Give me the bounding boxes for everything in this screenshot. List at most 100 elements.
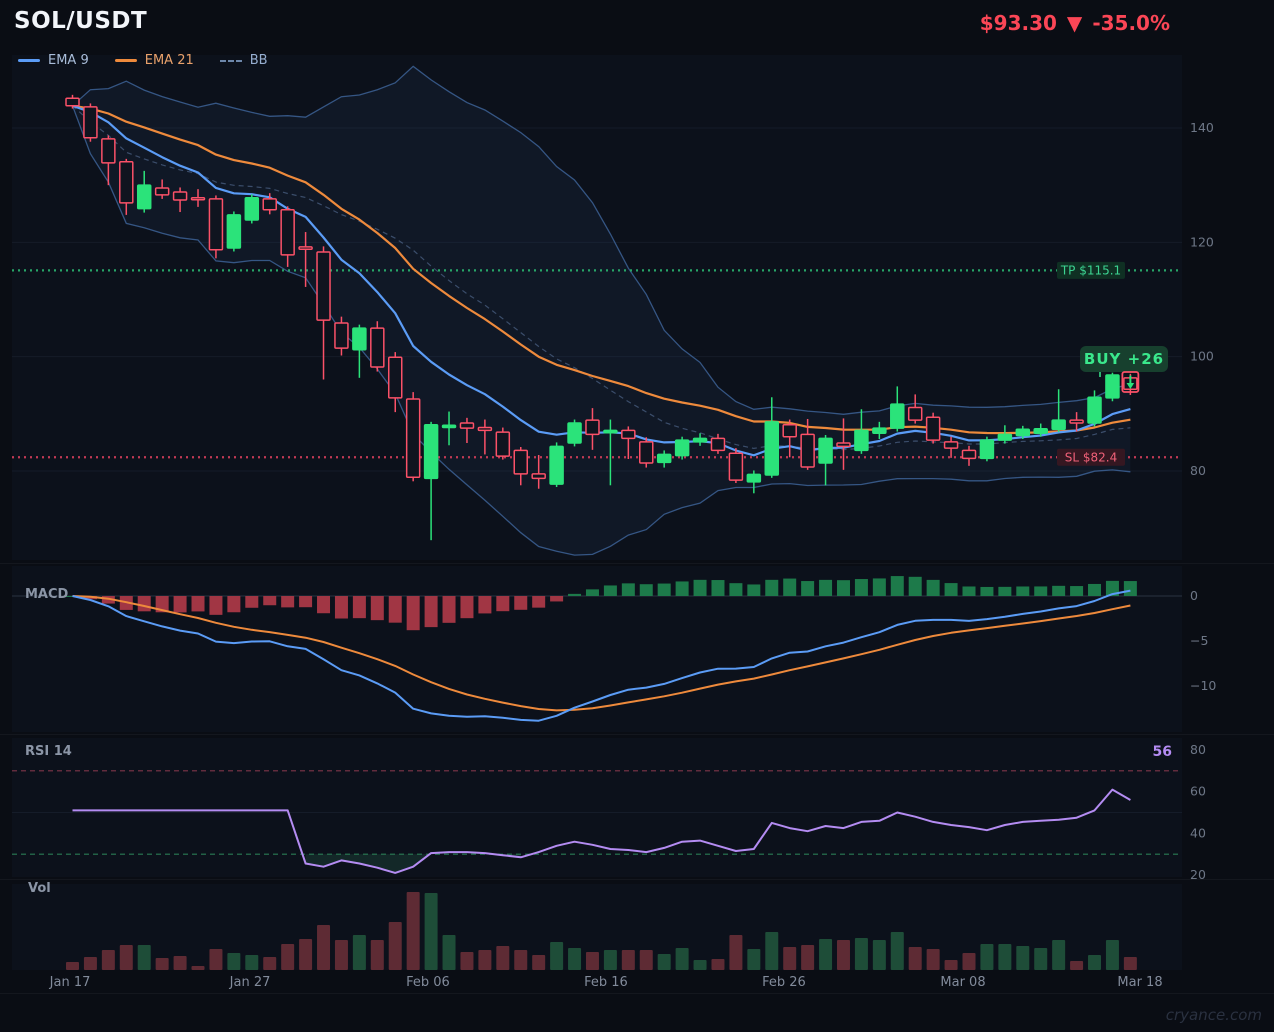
- candle-body: [819, 438, 832, 463]
- candle-body: [783, 425, 796, 437]
- macd-histogram-bar: [514, 596, 527, 610]
- macd-histogram-bar: [1124, 581, 1137, 596]
- axis-tick-label: 40: [1190, 825, 1206, 840]
- candle-body: [120, 162, 133, 203]
- macd-histogram-bar: [604, 585, 617, 596]
- candle-body: [514, 450, 527, 473]
- candle-body: [335, 323, 348, 348]
- candle-body: [1088, 397, 1101, 423]
- volume-bar: [1052, 940, 1065, 970]
- macd-histogram-bar: [819, 580, 832, 596]
- candle-body: [909, 408, 922, 421]
- volume-bar: [783, 947, 796, 970]
- macd-histogram-bar: [622, 583, 635, 596]
- macd-histogram-bar: [532, 596, 545, 608]
- candle-body: [676, 440, 689, 455]
- volume-bar: [586, 952, 599, 970]
- trading-app: TP $115.1SL $82.4BUY +26140120100800−5−1…: [0, 0, 1274, 1032]
- macd-histogram-bar: [658, 584, 671, 596]
- macd-histogram-bar: [963, 586, 976, 596]
- candle-body: [837, 443, 850, 446]
- volume-bar: [460, 952, 473, 970]
- axis-tick-label: −10: [1190, 678, 1216, 693]
- macd-histogram-bar: [640, 584, 653, 596]
- candle-body: [84, 107, 97, 138]
- candle-body: [227, 215, 240, 248]
- volume-bar: [963, 953, 976, 970]
- volume-panel-label: Vol: [28, 881, 51, 896]
- candle-body: [747, 474, 760, 481]
- panel-bg: [12, 738, 1182, 877]
- volume-bar: [640, 950, 653, 970]
- volume-bar: [658, 954, 671, 970]
- symbol-title: SOL/USDT: [14, 8, 147, 34]
- candle-body: [945, 442, 958, 448]
- volume-bar: [747, 949, 760, 970]
- volume-bar: [407, 892, 420, 970]
- take-profit-tag-label: TP $115.1: [1060, 263, 1121, 277]
- candle-body: [1034, 429, 1047, 434]
- rsi-current-value: 56: [1120, 744, 1172, 760]
- axis-tick-label: Mar 18: [1117, 975, 1162, 990]
- volume-bar: [478, 950, 491, 970]
- volume-bar: [1088, 955, 1101, 970]
- price-chart-canvas[interactable]: TP $115.1SL $82.4BUY +26140120100800−5−1…: [0, 0, 1274, 1032]
- macd-histogram-bar: [568, 594, 581, 596]
- volume-bar: [84, 957, 97, 970]
- candle-body: [622, 430, 635, 438]
- watermark: cryance.com: [1166, 1006, 1262, 1024]
- buy-signal-label[interactable]: BUY +26: [1084, 350, 1164, 368]
- volume-bar: [694, 960, 707, 970]
- volume-bar: [317, 925, 330, 970]
- candle-body: [694, 438, 707, 441]
- macd-histogram-bar: [891, 576, 904, 596]
- legend-label: EMA 9: [48, 53, 89, 68]
- macd-histogram-bar: [371, 596, 384, 620]
- volume-bar: [568, 948, 581, 970]
- rsi-panel-label: RSI 14: [25, 744, 72, 759]
- candle-body: [586, 420, 599, 434]
- macd-histogram-bar: [945, 583, 958, 596]
- candle-body: [891, 404, 904, 428]
- volume-bar: [120, 945, 133, 970]
- candle-body: [658, 454, 671, 462]
- price-change: -35.0%: [1092, 11, 1170, 35]
- candle-body: [299, 247, 312, 249]
- candle-body: [174, 192, 187, 200]
- candle-body: [998, 434, 1011, 440]
- macd-histogram-bar: [729, 583, 742, 596]
- candle-body: [371, 328, 384, 367]
- ema21-swatch-icon: [115, 59, 137, 62]
- macd-histogram-bar: [425, 596, 438, 627]
- legend-item-bb[interactable]: BB: [220, 53, 268, 68]
- volume-bar: [998, 944, 1011, 970]
- legend-item-ema21[interactable]: EMA 21: [115, 53, 194, 68]
- legend-item-ema9[interactable]: EMA 9: [18, 53, 89, 68]
- volume-bar: [496, 946, 509, 970]
- axis-tick-label: 100: [1190, 349, 1214, 364]
- candle-body: [263, 199, 276, 210]
- macd-histogram-bar: [1052, 586, 1065, 596]
- candle-body: [478, 428, 491, 431]
- stop-loss-tag-label: SL $82.4: [1065, 450, 1117, 464]
- volume-bar: [335, 940, 348, 970]
- volume-bar: [227, 953, 240, 970]
- down-arrow-icon: ▼: [1067, 11, 1082, 35]
- macd-histogram-bar: [747, 584, 760, 596]
- volume-bar: [891, 932, 904, 970]
- volume-bar: [281, 944, 294, 970]
- axis-tick-label: 120: [1190, 234, 1214, 249]
- volume-bar: [927, 949, 940, 970]
- volume-bar: [138, 945, 151, 970]
- axis-tick-label: 60: [1190, 784, 1206, 799]
- candle-body: [801, 434, 814, 467]
- macd-histogram-bar: [245, 596, 258, 608]
- macd-histogram-bar: [980, 587, 993, 596]
- candle-body: [443, 425, 456, 427]
- volume-bar: [192, 966, 205, 970]
- macd-histogram-bar: [1070, 586, 1083, 596]
- candle-body: [1016, 429, 1029, 435]
- macd-histogram-bar: [443, 596, 456, 623]
- macd-histogram-bar: [855, 579, 868, 596]
- macd-histogram-bar: [873, 578, 886, 596]
